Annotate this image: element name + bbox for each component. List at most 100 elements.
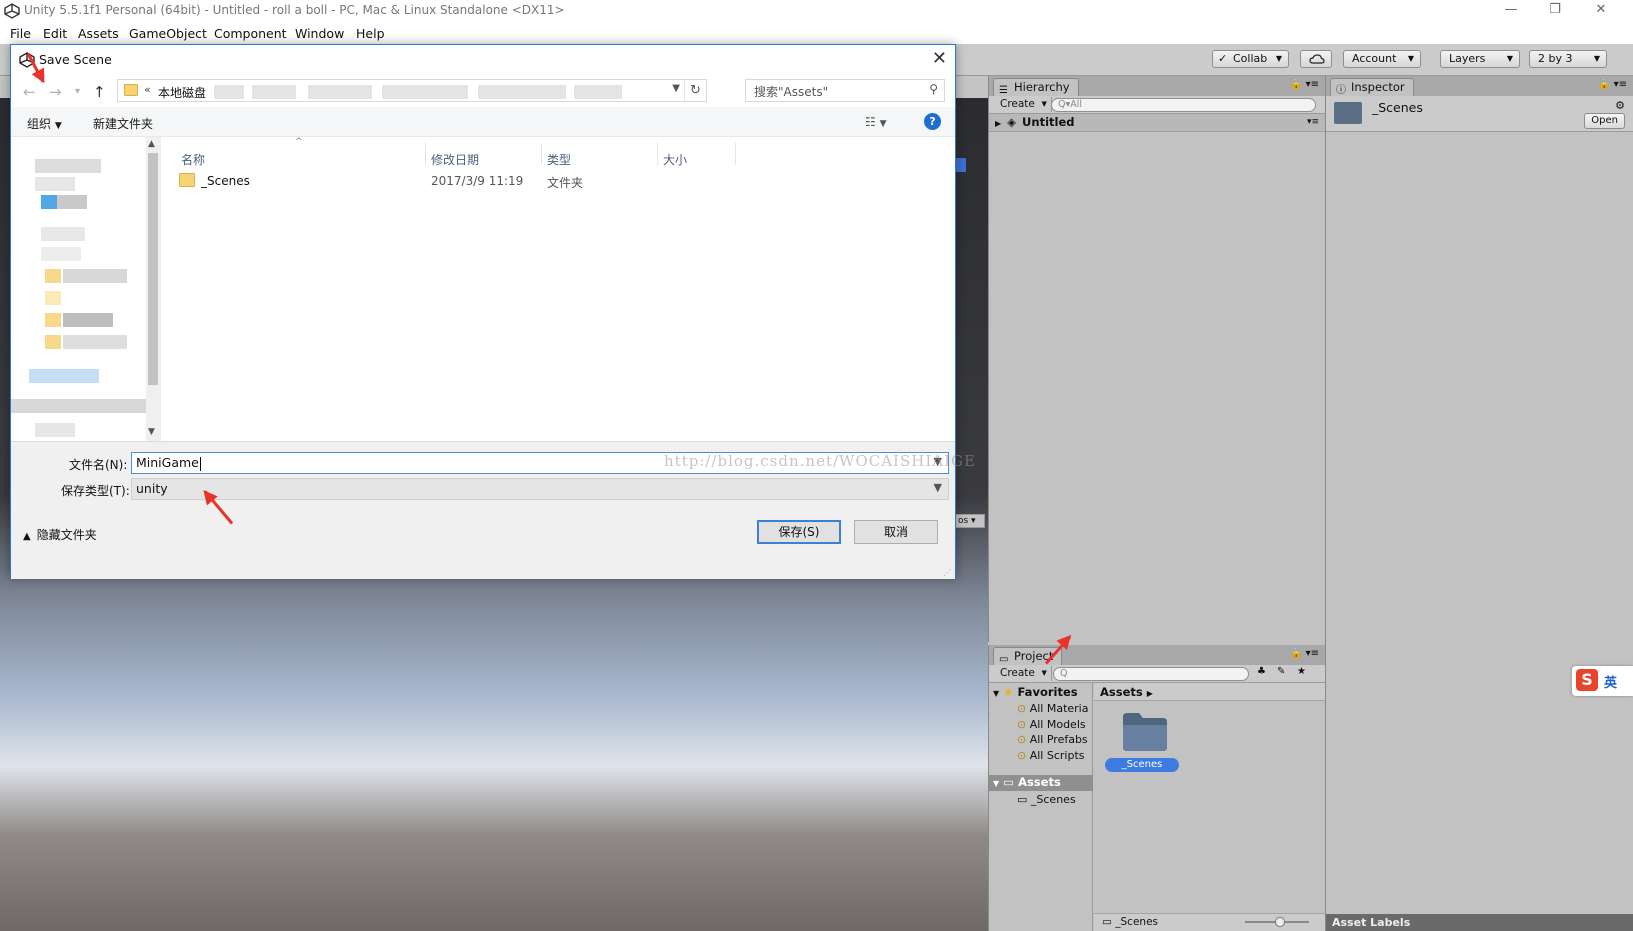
- address-path[interactable]: 本地磁盘: [158, 84, 206, 101]
- account-dropdown[interactable]: Account ▼: [1343, 50, 1421, 68]
- ime-mode: 英: [1604, 676, 1618, 691]
- column-separator[interactable]: [425, 143, 426, 165]
- filter-label-icon[interactable]: ✎: [1277, 666, 1285, 677]
- favorite-item[interactable]: ⊙ All Scripts: [1017, 748, 1093, 764]
- zoom-slider[interactable]: [1245, 917, 1309, 927]
- caret-icon: ▼: [1506, 54, 1513, 63]
- project-create-button[interactable]: Create ▼: [995, 666, 1052, 681]
- panel-menu-icon[interactable]: 🔒 ▾≡: [1598, 79, 1627, 90]
- tab-hierarchy[interactable]: ☰ Hierarchy: [993, 78, 1079, 96]
- refresh-icon[interactable]: ↻: [684, 80, 706, 101]
- minimize-button[interactable]: —: [1496, 1, 1526, 21]
- column-separator[interactable]: [657, 143, 658, 165]
- panel-menu-icon[interactable]: 🔒 ▾≡: [1290, 648, 1319, 659]
- project-search-input[interactable]: Q: [1053, 667, 1249, 681]
- menu-help[interactable]: Help: [356, 26, 385, 41]
- layers-dropdown[interactable]: Layers ▼: [1440, 50, 1520, 68]
- dialog-search-input[interactable]: 搜索"Assets" ⚲: [745, 79, 945, 102]
- caret-icon: ▼: [1275, 54, 1282, 63]
- blurred-nav-item: [63, 269, 127, 283]
- file-row[interactable]: _Scenes 2017/3/9 11:19 文件夹: [167, 171, 727, 191]
- blurred-path-segment: [214, 85, 244, 99]
- file-type: 文件夹: [547, 176, 584, 190]
- scroll-up-icon[interactable]: ▲: [148, 139, 155, 149]
- menu-component[interactable]: Component: [214, 26, 287, 41]
- filetype-value: unity: [136, 481, 168, 496]
- menu-window[interactable]: Window: [295, 26, 344, 41]
- hierarchy-search-input[interactable]: Q▾All: [1051, 98, 1316, 112]
- folder-icon: [1334, 102, 1362, 124]
- cancel-button[interactable]: 取消: [854, 520, 938, 544]
- dialog-close-button[interactable]: ✕: [932, 48, 947, 69]
- assets-tree-child[interactable]: ▭ _Scenes: [1017, 793, 1076, 806]
- ime-indicator[interactable]: S 英: [1572, 666, 1633, 696]
- favorites-section[interactable]: ▼ ★ Favorites: [993, 685, 1078, 699]
- panel-menu-icon[interactable]: 🔒 ▾≡: [1290, 79, 1319, 90]
- project-breadcrumb[interactable]: Assets ▶: [1094, 683, 1325, 701]
- hierarchy-scene-row[interactable]: ▶ ◈ Untitled ▾≡: [989, 114, 1325, 132]
- column-separator[interactable]: [541, 143, 542, 165]
- blurred-path-segment: [252, 85, 296, 99]
- hide-folders-toggle[interactable]: ▲ 隐藏文件夹: [23, 526, 97, 543]
- menu-gameobject[interactable]: GameObject: [129, 26, 207, 41]
- scenes-asset-label[interactable]: _Scenes: [1105, 758, 1179, 772]
- filetype-select[interactable]: unity ▼: [131, 478, 949, 500]
- hierarchy-panel: ☰ Hierarchy 🔒 ▾≡ Create ▼ Q▾All ▶ ◈ Untit…: [988, 76, 1325, 642]
- chevron-down-icon[interactable]: ▼: [934, 481, 942, 494]
- resize-grip-icon[interactable]: ⋰: [943, 568, 951, 577]
- file-list[interactable]: ^ 名称 修改日期 类型 大小 _Scenes 2017/3/9 11:19 文…: [167, 137, 955, 441]
- scene-layer-dropdown[interactable]: os ▾: [955, 514, 985, 528]
- expand-arrow-icon[interactable]: ▼: [993, 689, 999, 698]
- menu-edit[interactable]: Edit: [43, 26, 67, 41]
- column-header-name[interactable]: 名称: [181, 151, 205, 168]
- collab-button[interactable]: ✓ Collab ▼: [1212, 50, 1289, 68]
- chevron-down-icon[interactable]: ▼: [672, 83, 680, 94]
- menu-bar: File Edit Assets GameObject Component Wi…: [0, 22, 1633, 44]
- tab-inspector[interactable]: ⓘ Inspector: [1330, 78, 1414, 96]
- blurred-nav-item: [63, 335, 127, 349]
- column-header-size[interactable]: 大小: [663, 151, 687, 168]
- organize-menu[interactable]: 组织 ▼: [27, 115, 62, 132]
- filter-type-icon[interactable]: ♣: [1257, 666, 1266, 677]
- favorite-item[interactable]: ⊙ All Materia: [1017, 701, 1093, 717]
- save-button[interactable]: 保存(S): [757, 520, 841, 544]
- up-arrow-icon[interactable]: ↑: [93, 83, 106, 101]
- close-window-button[interactable]: ✕: [1586, 1, 1616, 21]
- address-bar[interactable]: « 本地磁盘 ▼ ↻: [117, 79, 707, 102]
- menu-assets[interactable]: Assets: [78, 26, 119, 41]
- view-options-icon[interactable]: ☷ ▼: [865, 115, 887, 129]
- expand-arrow-icon[interactable]: ▶: [995, 119, 1001, 128]
- back-arrow-icon[interactable]: ←: [23, 83, 36, 101]
- favorite-item[interactable]: ⊙ All Prefabs: [1017, 732, 1093, 748]
- cloud-icon: [1309, 54, 1325, 64]
- scroll-down-icon[interactable]: ▼: [148, 427, 155, 437]
- search-icon: ⊙: [1017, 717, 1027, 731]
- column-separator[interactable]: [735, 143, 736, 165]
- restore-button[interactable]: ❐: [1540, 1, 1570, 21]
- favorite-item[interactable]: ⊙ All Models: [1017, 717, 1093, 733]
- navigation-pane-scrollbar[interactable]: ▲ ▼: [146, 137, 160, 441]
- hierarchy-create-button[interactable]: Create ▼: [995, 97, 1052, 112]
- zoom-slider-handle[interactable]: [1275, 917, 1285, 927]
- new-folder-button[interactable]: 新建文件夹: [93, 115, 153, 132]
- assets-tree-root[interactable]: ▼ ▭ Assets: [989, 775, 1093, 791]
- help-icon[interactable]: ?: [924, 113, 941, 130]
- cloud-button[interactable]: [1300, 50, 1332, 68]
- navigation-pane[interactable]: [11, 137, 161, 441]
- scene-menu-icon[interactable]: ▾≡: [1307, 114, 1319, 131]
- favorite-item-label: All Models: [1029, 717, 1086, 731]
- recent-locations-icon[interactable]: ▾: [75, 86, 80, 97]
- layout-dropdown[interactable]: 2 by 3 ▼: [1529, 50, 1607, 68]
- favorite-star-icon[interactable]: ★: [1297, 666, 1306, 677]
- column-header-modified[interactable]: 修改日期: [431, 151, 479, 168]
- menu-file[interactable]: File: [10, 26, 31, 41]
- forward-arrow-icon[interactable]: →: [49, 83, 62, 101]
- scrollbar-thumb[interactable]: [148, 153, 158, 385]
- column-header-type[interactable]: 类型: [547, 151, 571, 168]
- scenes-folder-icon[interactable]: [1119, 709, 1171, 753]
- tab-hierarchy-label: Hierarchy: [1014, 80, 1070, 94]
- expand-arrow-icon[interactable]: ▼: [993, 779, 999, 788]
- asset-labels-bar[interactable]: Asset Labels: [1326, 914, 1633, 931]
- gear-icon[interactable]: ⚙: [1615, 99, 1625, 112]
- open-button[interactable]: Open: [1584, 113, 1625, 129]
